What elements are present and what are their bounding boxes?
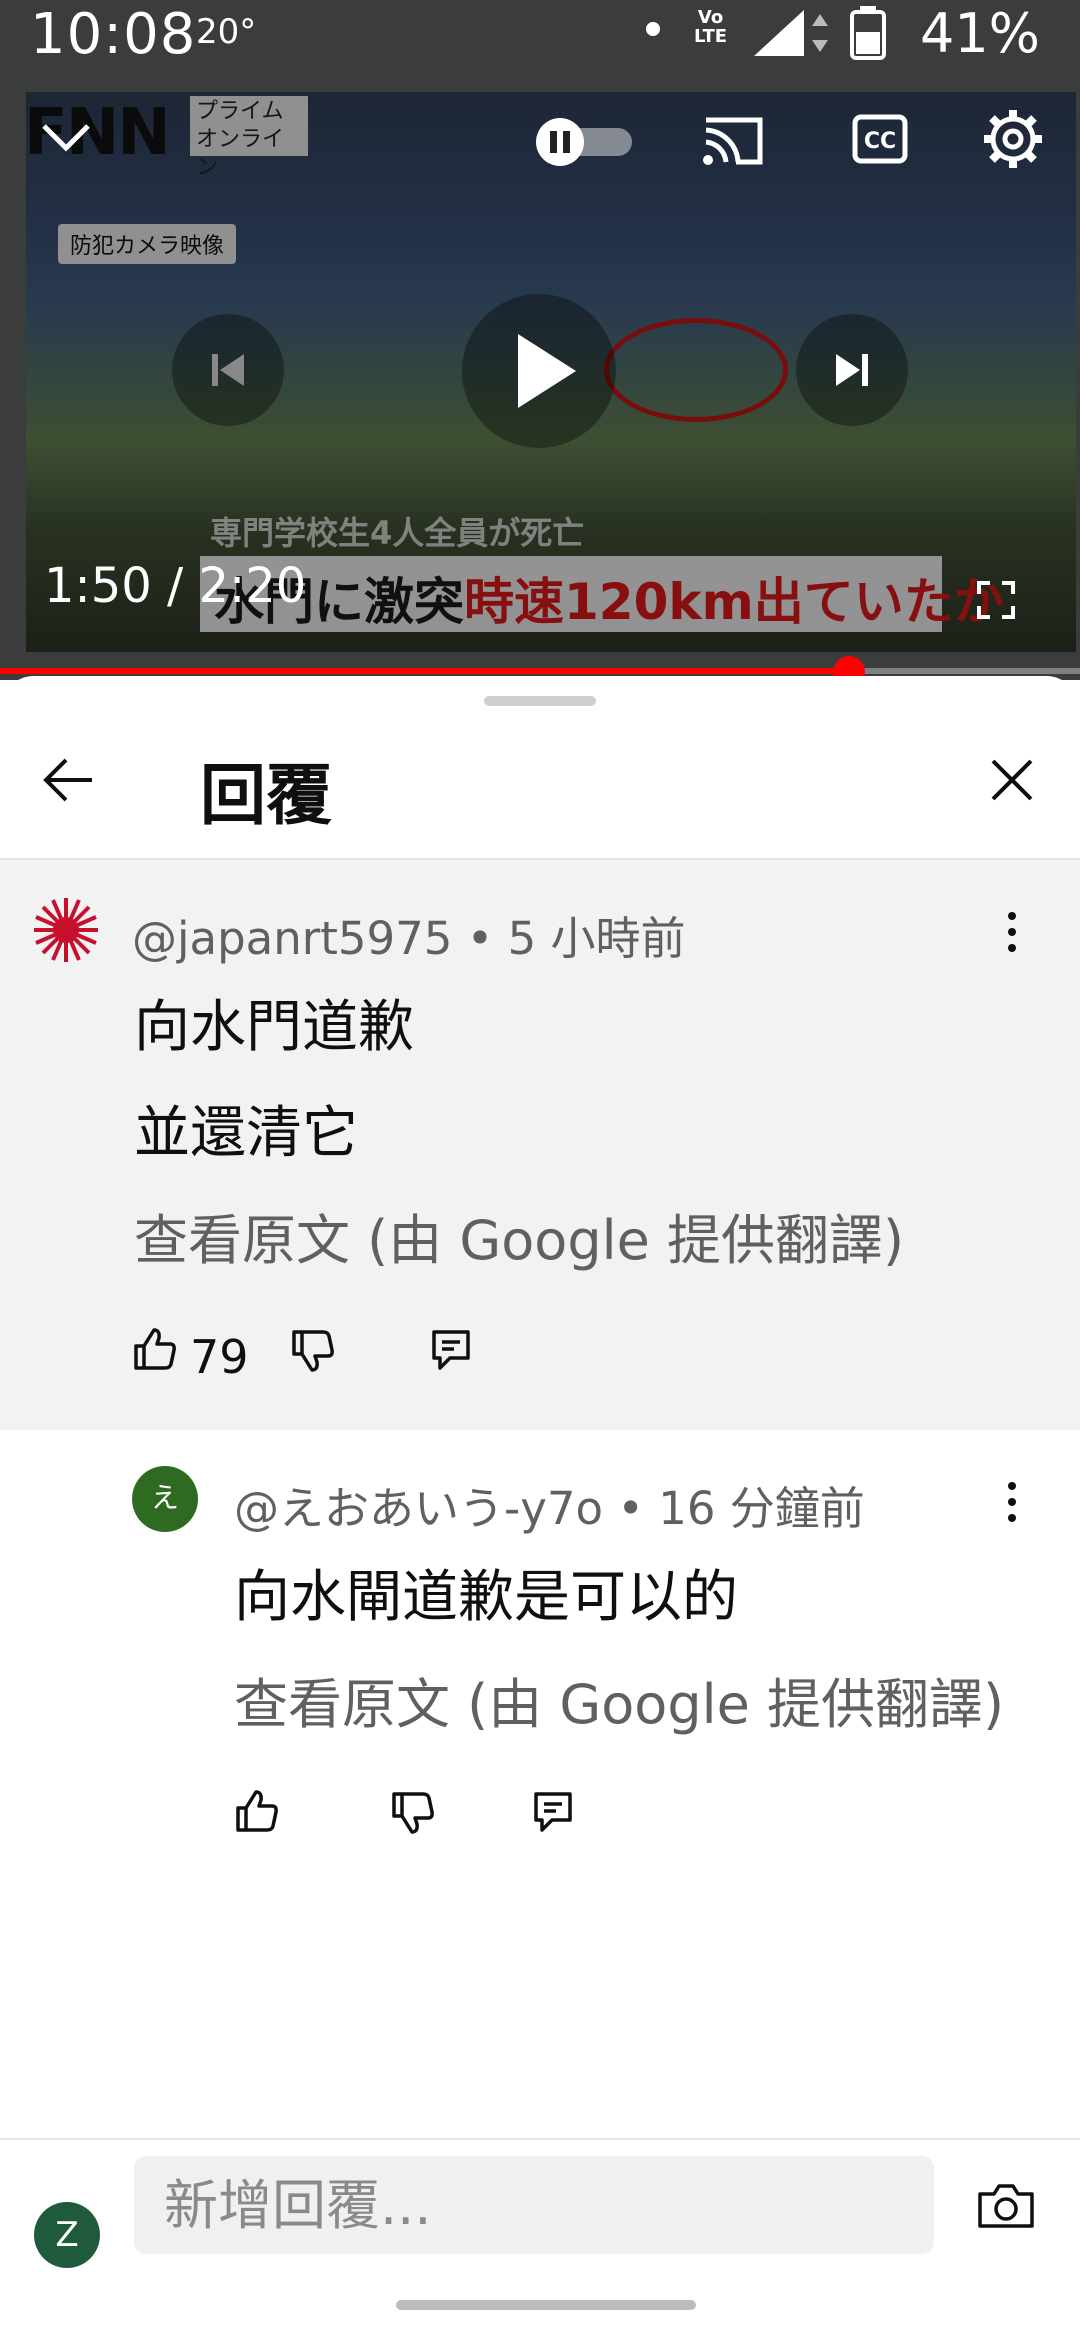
- replies-sheet: 回覆 @japanrt5975 • 5 小時前 向水門道歉 並還清它 查看原文 …: [0, 676, 1080, 2340]
- parent-comment: @japanrt5975 • 5 小時前 向水門道歉 並還清它 查看原文 (由 …: [0, 860, 1080, 1430]
- reply-text: 向水閘道歉是可以的: [234, 1565, 738, 1630]
- dislike-icon[interactable]: [290, 1328, 336, 1374]
- previous-button[interactable]: [172, 314, 284, 426]
- autoplay-toggle[interactable]: [532, 116, 636, 168]
- next-button[interactable]: [796, 314, 908, 426]
- reply-comment-icon[interactable]: [430, 1328, 472, 1372]
- drag-handle[interactable]: [484, 696, 596, 706]
- composer-divider: [0, 2138, 1080, 2140]
- user-avatar[interactable]: Z: [34, 2202, 100, 2268]
- reply-comment-icon[interactable]: [532, 1790, 574, 1834]
- play-button[interactable]: [462, 294, 616, 448]
- comment-author[interactable]: @japanrt5975: [132, 912, 452, 965]
- camera-icon[interactable]: [976, 2182, 1036, 2230]
- battery-icon: [850, 6, 886, 60]
- avatar[interactable]: [32, 896, 100, 964]
- like-icon[interactable]: [132, 1326, 178, 1372]
- chevron-down-icon[interactable]: [38, 118, 94, 154]
- signal-icon: [746, 6, 836, 60]
- reply-meta: @えおあいう-y7o • 16 分鐘前: [234, 1472, 865, 1537]
- cast-icon[interactable]: [700, 112, 766, 168]
- reply-input[interactable]: [134, 2156, 934, 2254]
- like-icon[interactable]: [234, 1788, 280, 1834]
- reply-time: 16 分鐘前: [658, 1482, 865, 1535]
- status-temperature: 20°: [196, 12, 257, 52]
- comment-text-line: 向水門道歉: [134, 995, 414, 1060]
- translate-toggle[interactable]: 查看原文 (由 Google 提供翻譯): [134, 1196, 904, 1275]
- svg-text:CC: CC: [864, 129, 896, 154]
- meta-separator: •: [603, 1482, 659, 1535]
- captions-icon[interactable]: CC: [852, 114, 908, 164]
- time-display: 1:50 / 2:20: [44, 558, 307, 614]
- more-vertical-icon[interactable]: [982, 1472, 1042, 1532]
- battery-percent: 41%: [919, 2, 1040, 65]
- notification-dot-icon: [646, 22, 660, 36]
- more-vertical-icon[interactable]: [982, 902, 1042, 962]
- comment-time: 5 小時前: [507, 912, 686, 965]
- dislike-icon[interactable]: [390, 1790, 436, 1836]
- arrow-left-icon[interactable]: [40, 756, 96, 804]
- progress-played: [0, 668, 849, 674]
- avatar[interactable]: え: [132, 1466, 198, 1532]
- close-icon[interactable]: [990, 758, 1034, 802]
- fullscreen-icon[interactable]: [976, 580, 1016, 620]
- reply-author[interactable]: @えおあいう-y7o: [234, 1482, 603, 1535]
- meta-separator: •: [452, 912, 508, 965]
- gesture-nav-bar[interactable]: [396, 2300, 696, 2310]
- status-time: 10:08: [30, 2, 197, 67]
- video-player[interactable]: FNN プライム オンライン 防犯カメラ映像 専門学校生4人全員が死亡 水門に激…: [0, 0, 1080, 680]
- volte-label: Vo LTE: [694, 7, 728, 47]
- like-count: 79: [190, 1330, 249, 1384]
- sheet-title: 回覆: [200, 757, 332, 834]
- comment-text-line: 並還清它: [134, 1101, 358, 1166]
- comment-meta: @japanrt5975 • 5 小時前: [132, 902, 686, 967]
- translate-toggle[interactable]: 查看原文 (由 Google 提供翻譯): [234, 1660, 1004, 1739]
- settings-gear-icon[interactable]: [982, 108, 1044, 170]
